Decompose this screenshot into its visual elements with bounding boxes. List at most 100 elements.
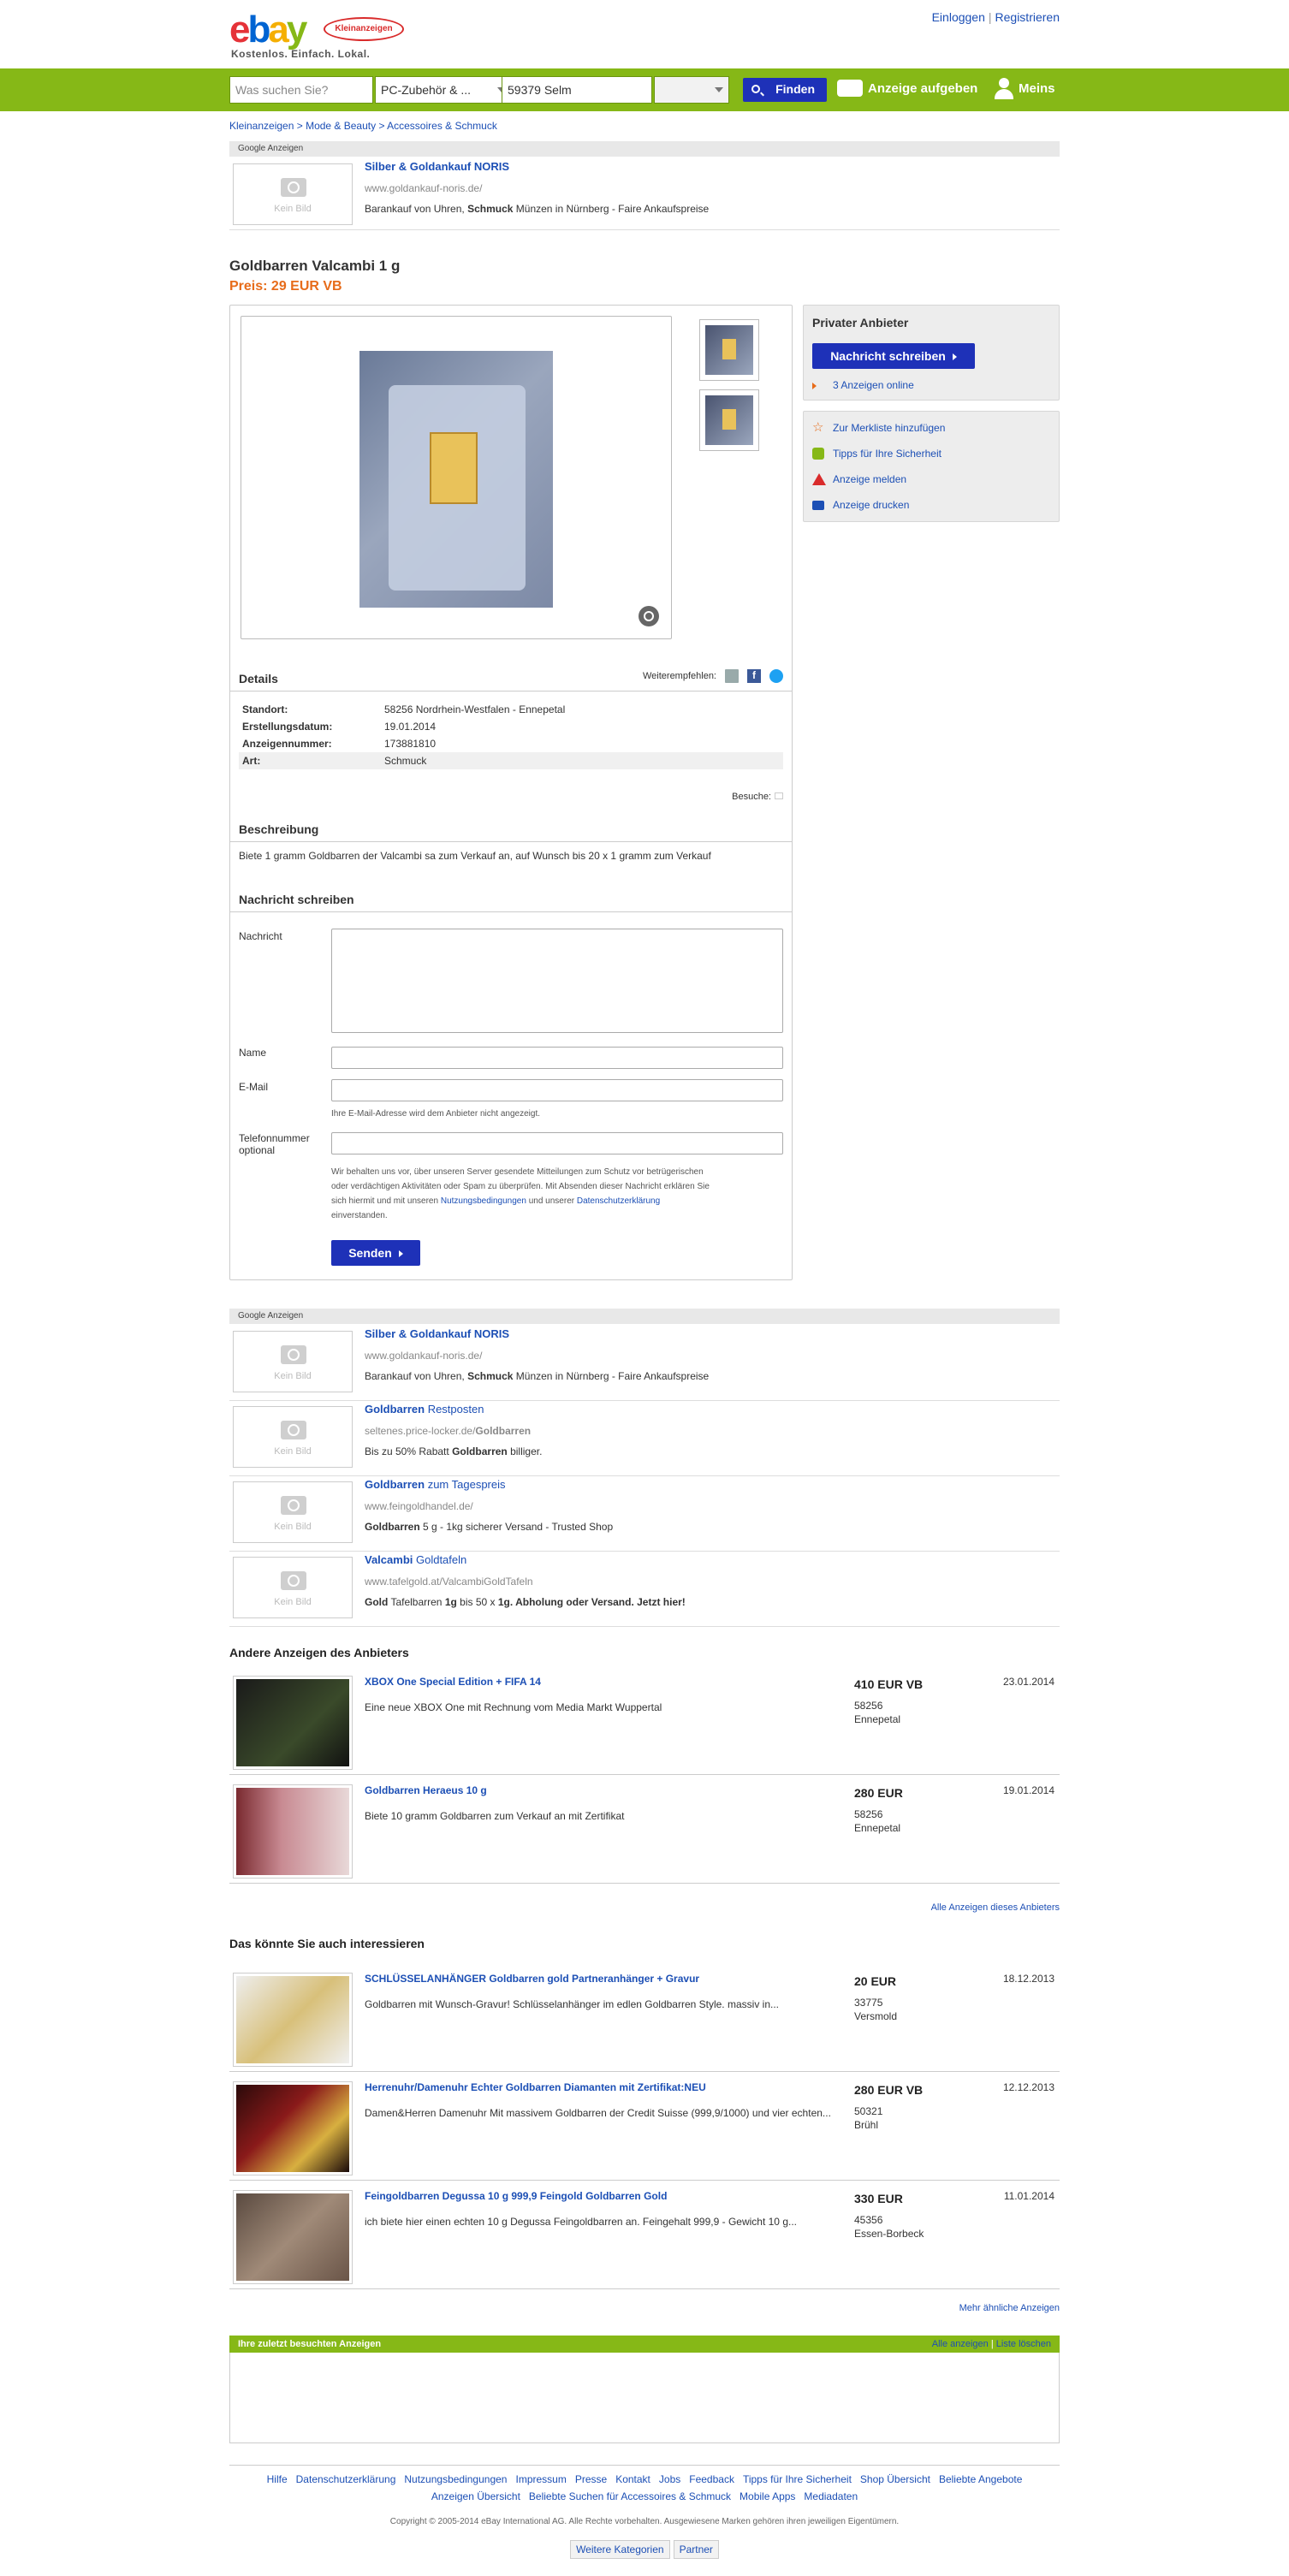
footer-link[interactable]: Kontakt (615, 2473, 650, 2485)
camera-icon (281, 178, 306, 197)
more-categories-button[interactable]: Weitere Kategorien (570, 2540, 670, 2559)
chat-bubble-icon (837, 80, 863, 97)
more-similar-link[interactable]: Mehr ähnliche Anzeigen (959, 2303, 1060, 2313)
safety-link[interactable]: Tipps für Ihre Sicherheit (812, 448, 942, 460)
footer-link[interactable]: Jobs (659, 2473, 680, 2485)
listing-title[interactable]: Herrenuhr/Damenuhr Echter Goldbarren Dia… (365, 2081, 706, 2093)
post-ad-link[interactable]: Anzeige aufgeben (837, 80, 977, 97)
breadcrumb-path[interactable]: Kleinanzeigen > Mode & Beauty > Accessoi… (229, 120, 497, 132)
listing-image[interactable] (233, 1676, 353, 1770)
footer-link[interactable]: Beliebte Angebote (939, 2473, 1022, 2485)
contact-seller-button[interactable]: Nachricht schreiben (812, 343, 975, 369)
ebay-logo[interactable]: ebay (229, 9, 307, 51)
footer-link[interactable]: Impressum (515, 2473, 566, 2485)
arrow-right-icon (952, 353, 957, 361)
listing-image[interactable] (233, 1784, 353, 1879)
no-image-label: Kein Bild (274, 1446, 312, 1457)
footer-link[interactable]: Feedback (689, 2473, 734, 2485)
search-input[interactable]: Was suchen Sie? (229, 76, 373, 104)
ad-title-part: Goldbarren (365, 1403, 425, 1416)
footer-links: Anzeigen Übersicht Beliebte Suchen für Ac… (229, 2488, 1060, 2505)
footer-link[interactable]: Shop Übersicht (860, 2473, 930, 2485)
listing-image[interactable] (233, 1973, 353, 2067)
google-ad[interactable]: Kein Bild Goldbarren Restposten seltenes… (229, 1401, 1060, 1476)
breadcrumb[interactable]: Kleinanzeigen > Mode & Beauty > Accessoi… (229, 120, 497, 132)
google-ad[interactable]: Kein Bild Silber & Goldankauf NORIS www.… (229, 1326, 1060, 1401)
listing-title[interactable]: Feingoldbarren Degussa 10 g 999,9 Feingo… (365, 2190, 667, 2202)
ad-keyword: Goldbarren (452, 1445, 508, 1457)
listing-image[interactable] (233, 2081, 353, 2175)
facebook-icon[interactable]: f (747, 669, 761, 683)
location-input[interactable]: 59379 Selm (502, 76, 652, 104)
footer-link[interactable]: Beliebte Suchen für Accessoires & Schmuc… (529, 2490, 731, 2502)
main-image[interactable] (359, 351, 553, 608)
footer-links: Hilfe Datenschutzerklärung Nutzungsbedingu… (229, 2471, 1060, 2488)
footer: Hilfe Datenschutzerklärung Nutzungsbedingu… (229, 2465, 1060, 2559)
footer-link[interactable]: Hilfe (267, 2473, 288, 2485)
listing-card[interactable]: Herrenuhr/Damenuhr Echter Goldbarren Dia… (229, 2074, 1060, 2181)
thumbnail[interactable] (699, 389, 759, 451)
image-gallery[interactable] (241, 316, 672, 639)
zoom-icon[interactable] (639, 606, 659, 626)
divider (230, 841, 792, 842)
category-select[interactable]: PC-Zubehör & ... (375, 76, 512, 104)
twitter-icon[interactable] (769, 669, 783, 683)
email-input[interactable] (331, 1079, 783, 1101)
listing-card[interactable]: Feingoldbarren Degussa 10 g 999,9 Feingo… (229, 2183, 1060, 2289)
register-link[interactable]: Registrieren (995, 10, 1060, 24)
detail-value: 173881810 (384, 738, 437, 750)
mail-icon[interactable] (725, 669, 739, 683)
phone-input[interactable] (331, 1132, 783, 1154)
message-textarea[interactable] (331, 929, 783, 1033)
listing-date: 23.01.2014 (1002, 1676, 1054, 1688)
listing-card[interactable]: XBOX One Special Edition + FIFA 14 Eine … (229, 1669, 1060, 1775)
all-seller-ads-link[interactable]: Alle Anzeigen dieses Anbieters (931, 1902, 1060, 1913)
footer-link[interactable]: Mediadaten (804, 2490, 858, 2502)
footer-link[interactable]: Datenschutzerklärung (296, 2473, 396, 2485)
meins-link[interactable]: Meins (993, 78, 1055, 99)
report-link[interactable]: Anzeige melden (812, 473, 906, 485)
clear-list-link[interactable]: Liste löschen (996, 2339, 1051, 2349)
send-button[interactable]: Senden (331, 1240, 420, 1266)
footer-link[interactable]: Tipps für Ihre Sicherheit (743, 2473, 852, 2485)
ad-title[interactable]: Silber & Goldankauf NORIS (365, 160, 509, 173)
listing-title[interactable]: XBOX One Special Edition + FIFA 14 (365, 1676, 541, 1688)
listing-date: 12.12.2013 (1002, 2081, 1054, 2093)
name-input[interactable] (331, 1047, 783, 1069)
listing-card[interactable]: SCHLÜSSELANHÄNGER Goldbarren gold Partne… (229, 1966, 1060, 2072)
footer-link[interactable]: Mobile Apps (740, 2490, 795, 2502)
footer-link[interactable]: Presse (575, 2473, 607, 2485)
find-button[interactable]: Finden (743, 78, 827, 102)
watchlist-link[interactable]: ☆ Zur Merkliste hinzufügen (812, 421, 945, 434)
thumbnail[interactable] (699, 319, 759, 381)
listing-title[interactable]: Goldbarren Heraeus 10 g (365, 1784, 487, 1796)
google-ads-header: Google Anzeigen (229, 1309, 1060, 1324)
ad-title-part: Goldbarren (365, 1478, 425, 1491)
no-image-placeholder: Kein Bild (233, 1331, 353, 1392)
terms-link[interactable]: Nutzungsbedingungen (441, 1196, 526, 1206)
google-ad[interactable]: Kein Bild Valcambi Goldtafeln www.tafelg… (229, 1552, 1060, 1627)
footer-link[interactable]: Nutzungsbedingungen (404, 2473, 507, 2485)
footer-link[interactable]: Anzeigen Übersicht (431, 2490, 520, 2502)
privacy-link[interactable]: Datenschutzerklärung (577, 1196, 660, 1206)
show-all-link[interactable]: Alle anzeigen (932, 2339, 989, 2349)
ad-title[interactable]: Silber & Goldankauf NORIS (365, 1327, 509, 1340)
login-link[interactable]: Einloggen (932, 10, 985, 24)
listing-title[interactable]: SCHLÜSSELANHÄNGER Goldbarren gold Partne… (365, 1973, 699, 1985)
listing-card[interactable]: Goldbarren Heraeus 10 g Biete 10 gramm G… (229, 1778, 1060, 1884)
google-ad[interactable]: Kein Bild Silber & Goldankauf NORIS www.… (229, 158, 1060, 230)
ad-title[interactable]: Goldbarren zum Tagespreis (365, 1478, 506, 1491)
ad-title-part: Silber & Goldankauf NORIS (365, 1327, 510, 1340)
partner-button[interactable]: Partner (673, 2540, 719, 2559)
detail-value: 58256 Nordrhein-Westfalen - Ennepetal (384, 703, 566, 715)
legal-line: einverstanden. (331, 1211, 388, 1220)
detail-link[interactable]: Schmuck (384, 755, 426, 767)
ad-title[interactable]: Valcambi Goldtafeln (365, 1553, 466, 1566)
listing-description: Goldbarren mit Wunsch-Gravur! Schlüssela… (365, 1998, 779, 2010)
print-link[interactable]: Anzeige drucken (812, 499, 909, 511)
radius-select[interactable] (654, 76, 729, 104)
google-ad[interactable]: Kein Bild Goldbarren zum Tagespreis www.… (229, 1476, 1060, 1552)
listing-image[interactable] (233, 2190, 353, 2284)
seller-ads-link[interactable]: 3 Anzeigen online (812, 379, 914, 391)
ad-title[interactable]: Goldbarren Restposten (365, 1403, 484, 1416)
